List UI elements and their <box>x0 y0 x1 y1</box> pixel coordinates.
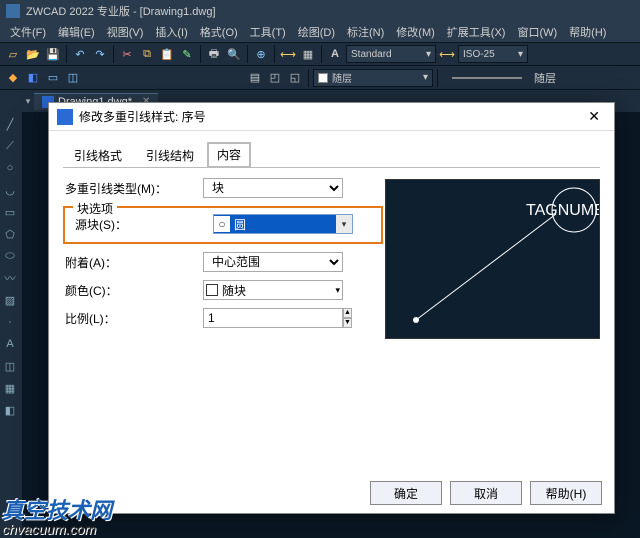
menu-modify[interactable]: 修改(M) <box>390 24 441 40</box>
table2-icon[interactable]: ▦ <box>0 378 20 398</box>
preview-svg: TAGNUMBE <box>386 180 600 339</box>
dialog-buttons: 确定 取消 帮助(H) <box>370 481 602 505</box>
attach-dropdown[interactable]: 中心范围 <box>203 252 343 272</box>
menu-insert[interactable]: 插入(I) <box>149 24 193 40</box>
layer-icon[interactable]: ◆ <box>4 69 22 87</box>
menu-format[interactable]: 格式(O) <box>194 24 244 40</box>
app-icon <box>6 4 20 18</box>
pline-icon[interactable]: ⟋ <box>0 136 20 156</box>
menu-view[interactable]: 视图(V) <box>101 24 150 40</box>
block-icon[interactable]: ◫ <box>0 356 20 376</box>
text-icon[interactable]: A <box>0 334 20 354</box>
dim-style-dropdown[interactable]: ISO-25▾ <box>458 45 528 63</box>
table-icon[interactable]: ▦ <box>299 45 317 63</box>
arc-icon[interactable]: ◡ <box>0 180 20 200</box>
menu-window[interactable]: 窗口(W) <box>511 24 563 40</box>
region-icon[interactable]: ◧ <box>0 400 20 420</box>
cut-icon[interactable]: ✂ <box>118 45 136 63</box>
point-icon[interactable]: · <box>0 312 20 332</box>
layer2-icon[interactable]: ◧ <box>24 69 42 87</box>
paste-icon[interactable]: 📋 <box>158 45 176 63</box>
color-icon[interactable]: ▤ <box>246 69 264 87</box>
mleader-style-dialog: 修改多重引线样式: 序号 ✕ 引线格式 引线结构 内容 多重引线类型(M)： 块… <box>48 102 615 514</box>
left-toolbar: ╱ ⟋ ○ ◡ ▭ ⬠ ⬭ 〰 ▨ · A ◫ ▦ ◧ <box>0 112 22 538</box>
ltype1-icon[interactable]: ◰ <box>266 69 284 87</box>
copy-icon[interactable]: ⧉ <box>138 45 156 63</box>
ltype2-icon[interactable]: ◱ <box>286 69 304 87</box>
ellipse-icon[interactable]: ⬭ <box>0 246 20 266</box>
line-icon[interactable]: ╱ <box>0 114 20 134</box>
scale-spinner[interactable]: ▲ ▼ <box>203 308 343 328</box>
titlebar: ZWCAD 2022 专业版 - [Drawing1.dwg] <box>0 0 640 22</box>
text-style-dropdown[interactable]: Standard▾ <box>346 45 436 63</box>
cancel-button[interactable]: 取消 <box>450 481 522 505</box>
toolbar-layers: ◆ ◧ ▭ ◫ ▤ ◰ ◱ 随层▾ 随层 <box>0 66 640 90</box>
linetype-preview <box>452 77 522 79</box>
menubar: 文件(F) 编辑(E) 视图(V) 插入(I) 格式(O) 工具(T) 绘图(D… <box>0 22 640 42</box>
color-label: 颜色(C)： <box>63 282 203 299</box>
circle-glyph-icon: ○ <box>214 216 230 232</box>
tab-leader-format[interactable]: 引线格式 <box>63 142 133 168</box>
color-swatch-icon <box>206 284 218 296</box>
ok-button[interactable]: 确定 <box>370 481 442 505</box>
menu-edit[interactable]: 编辑(E) <box>52 24 101 40</box>
circle-icon[interactable]: ○ <box>0 158 20 178</box>
rect-icon[interactable]: ▭ <box>0 202 20 222</box>
source-value: 圆 <box>230 216 336 233</box>
menu-ext[interactable]: 扩展工具(X) <box>441 24 512 40</box>
preview-icon[interactable]: 🔍 <box>225 45 243 63</box>
open-icon[interactable]: 📂 <box>24 45 42 63</box>
layer3-icon[interactable]: ▭ <box>44 69 62 87</box>
dialog-tabs: 引线格式 引线结构 内容 <box>63 141 600 168</box>
toolbar-main: ▱ 📂 💾 ↶ ↷ ✂ ⧉ 📋 ✎ 🖶 🔍 ⊕ ⟷ ▦ A Standard▾ … <box>0 42 640 66</box>
dim-icon[interactable]: ⟷ <box>279 45 297 63</box>
spin-down-icon[interactable]: ▼ <box>343 318 352 328</box>
spline-icon[interactable]: 〰 <box>0 268 20 288</box>
print-icon[interactable]: 🖶 <box>205 45 223 63</box>
dialog-title: 修改多重引线样式: 序号 <box>79 108 206 125</box>
menu-tools[interactable]: 工具(T) <box>244 24 292 40</box>
save-icon[interactable]: 💾 <box>44 45 62 63</box>
match-icon[interactable]: ✎ <box>178 45 196 63</box>
color-dropdown[interactable]: 随块 ▾ <box>203 280 343 300</box>
source-block-dropdown[interactable]: ○ 圆 ▾ <box>213 214 353 234</box>
color-value: 随块 <box>222 282 246 299</box>
app-title: ZWCAD 2022 专业版 - [Drawing1.dwg] <box>26 3 216 19</box>
preview-tag-text: TAGNUMBE <box>526 202 600 219</box>
preview-pane: TAGNUMBE <box>385 179 600 339</box>
poly-icon[interactable]: ⬠ <box>0 224 20 244</box>
help-button[interactable]: 帮助(H) <box>530 481 602 505</box>
menu-help[interactable]: 帮助(H) <box>563 24 612 40</box>
menu-draw[interactable]: 绘图(D) <box>292 24 341 40</box>
source-label: 源块(S)： <box>73 216 213 233</box>
tab-leader-struct[interactable]: 引线结构 <box>135 142 205 168</box>
tab-content[interactable]: 内容 <box>207 142 251 168</box>
zoom-icon[interactable]: ⊕ <box>252 45 270 63</box>
scale-label: 比例(L)： <box>63 310 203 327</box>
hatch-icon[interactable]: ▨ <box>0 290 20 310</box>
menu-dim[interactable]: 标注(N) <box>341 24 390 40</box>
undo-icon[interactable]: ↶ <box>71 45 89 63</box>
layer-right-label: 随层 <box>534 70 556 86</box>
chevron-down-icon: ▾ <box>336 215 352 233</box>
dim-style-icon[interactable]: ⟷ <box>438 45 456 63</box>
menu-file[interactable]: 文件(F) <box>4 24 52 40</box>
redo-icon[interactable]: ↷ <box>91 45 109 63</box>
style-a-icon[interactable]: A <box>326 45 344 63</box>
layer-color-dropdown[interactable]: 随层▾ <box>313 69 433 87</box>
block-group-label: 块选项 <box>73 200 117 217</box>
block-options-group: 块选项 源块(S)： ○ 圆 ▾ <box>63 206 383 244</box>
dialog-close-button[interactable]: ✕ <box>582 108 606 125</box>
dialog-titlebar: 修改多重引线样式: 序号 ✕ <box>49 103 614 131</box>
tab-caret-icon[interactable]: ▾ <box>22 96 34 107</box>
scale-input[interactable] <box>203 308 343 328</box>
dialog-icon <box>57 109 73 125</box>
type-label: 多重引线类型(M)： <box>63 180 203 197</box>
content-form: 多重引线类型(M)： 块 块选项 源块(S)： ○ 圆 ▾ <box>63 178 383 328</box>
spin-up-icon[interactable]: ▲ <box>343 308 352 318</box>
new-icon[interactable]: ▱ <box>4 45 22 63</box>
layer4-icon[interactable]: ◫ <box>64 69 82 87</box>
attach-label: 附着(A)： <box>63 254 203 271</box>
type-dropdown[interactable]: 块 <box>203 178 343 198</box>
